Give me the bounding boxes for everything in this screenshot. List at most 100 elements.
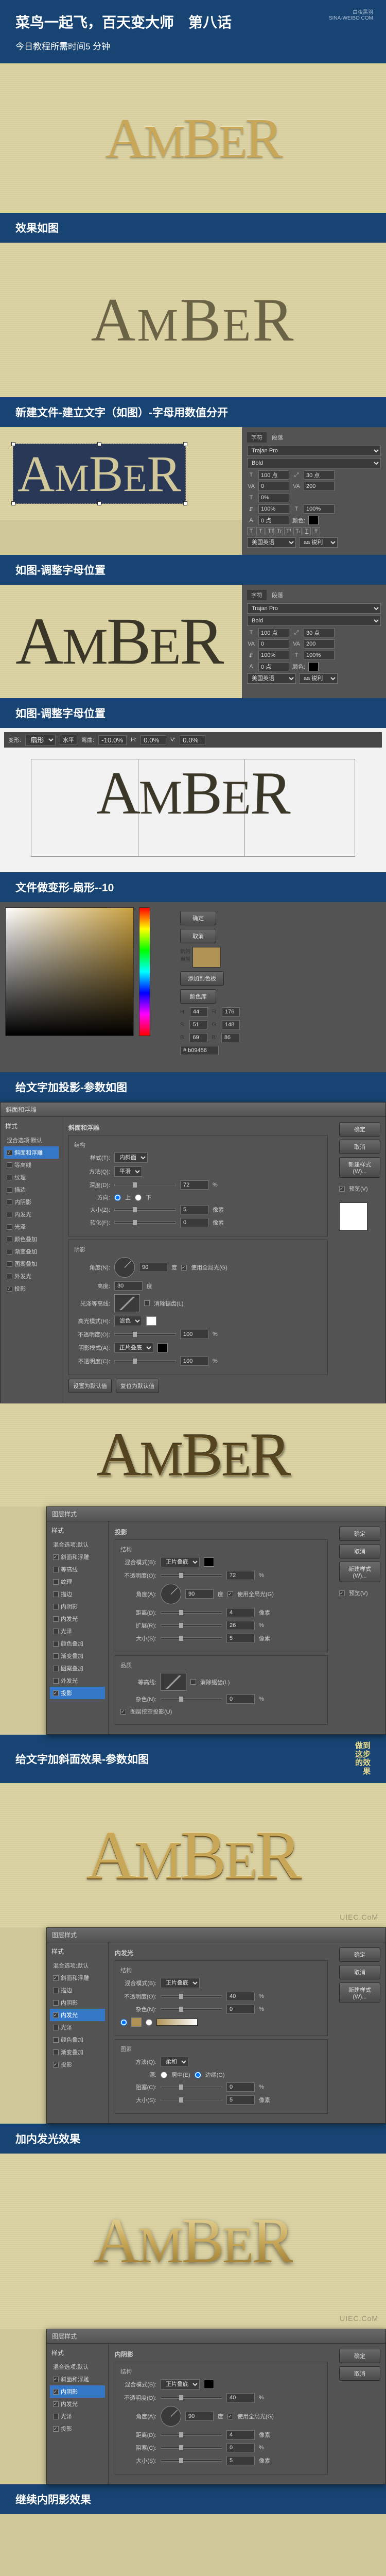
tracking[interactable]: [304, 482, 335, 491]
header-tag: 白夜黑羽 SINA-WEIBO COM: [329, 8, 373, 21]
side-color-overlay[interactable]: 颜色叠加: [4, 1233, 59, 1245]
baseline-icon: T: [292, 506, 301, 512]
picker-lib[interactable]: 颜色库: [180, 989, 216, 1004]
style-under[interactable]: T: [303, 527, 311, 535]
layer-style-glow: 图层样式 样式 混合选项:默认 斜面和浮雕 描边 内阴影 内发光 光泽 颜色叠加…: [46, 1927, 386, 2124]
bend-label: 弯曲:: [81, 736, 94, 744]
style-sub[interactable]: T₁: [293, 527, 302, 535]
watermark: UIEC.CoM: [340, 1913, 378, 1921]
bevel-preview: AMBER: [0, 1403, 386, 1506]
size-icon: T: [247, 472, 255, 478]
new-style-button[interactable]: 新建样式(W)...: [339, 1157, 380, 1178]
hscale-icon: ⇵: [247, 506, 255, 513]
side-inner-shadow[interactable]: 内阴影: [4, 1196, 59, 1208]
angle-dial[interactable]: [114, 1257, 135, 1278]
picker-add[interactable]: 添加到色板: [180, 971, 224, 986]
tab-character-2[interactable]: 字符: [247, 590, 267, 600]
reset-default[interactable]: 复位为默认值: [116, 1379, 159, 1393]
swatch-new: [192, 947, 221, 968]
warp-orient[interactable]: 水平: [60, 735, 77, 745]
layer-style-inner: 图层样式 样式 混合选项:默认 斜面和浮雕 内阴影 内发光 光泽 投影 内阴影 …: [46, 2329, 386, 2484]
preview-box: [339, 1202, 367, 1231]
watermark-2: UIEC.CoM: [340, 2314, 378, 2323]
style-caps[interactable]: TT: [266, 527, 274, 535]
color-picker-panel: 确定 取消 新的当前 添加到色板 颜色库 H:R: S:G: B:B:: [0, 902, 386, 1072]
side-blend[interactable]: 混合选项:默认: [4, 1134, 59, 1146]
gloss-contour[interactable]: [114, 1294, 140, 1312]
side-bevel[interactable]: 斜面和浮雕: [4, 1146, 59, 1159]
selected-text[interactable]: AMBER: [13, 444, 186, 504]
side-drop-shadow[interactable]: 投影: [4, 1282, 59, 1295]
amber-warped: AMBER: [1, 757, 385, 828]
layer-style-shadow: 图层样式 样式 混合选项:默认 斜面和浮雕 等高线 纹理 描边 内阴影 内发光 …: [46, 1506, 386, 1735]
header-title: 菜鸟一起飞，百天变大师 第八话: [15, 11, 371, 32]
bevel-settings: 斜面和浮雕 结构 样式(T):内斜面 方法(Q):平滑 深度(D):% 方向:上…: [62, 1117, 334, 1403]
baseline[interactable]: [258, 516, 289, 525]
character-panel-2: 字符 段落 Trajan Pro Bold T⤢ VAVA ⇵T A颜色: 美国…: [242, 585, 386, 698]
style-small[interactable]: Tr: [275, 527, 283, 535]
warp-shape[interactable]: 扇形: [25, 735, 56, 745]
color-swatch[interactable]: [308, 516, 319, 525]
color-field[interactable]: [5, 907, 134, 1036]
side-pattern[interactable]: 图案叠加: [4, 1258, 59, 1270]
canvas-selected: AMBER: [0, 427, 242, 520]
color-label: 颜色:: [292, 516, 305, 524]
header-sub: 今日教程所需时间5 分钟: [15, 39, 371, 52]
tab-paragraph[interactable]: 段落: [268, 432, 287, 443]
aa-select[interactable]: aa 锐利: [299, 537, 338, 548]
vscale[interactable]: [258, 493, 289, 502]
caption-7: 给文字加斜面效果-参数如图 做到 这步 的效 果: [0, 1735, 386, 1783]
picker-ok[interactable]: 确定: [180, 911, 216, 925]
track-icon: VA: [292, 483, 301, 489]
set-default[interactable]: 设置为默认值: [68, 1379, 112, 1393]
kern-icon: VA: [247, 483, 255, 489]
style-list: 样式 混合选项:默认 斜面和浮雕 等高线 纹理 描边 内阴影 内发光 光泽 颜色…: [1, 1117, 62, 1403]
kerning[interactable]: [258, 482, 289, 491]
font-size[interactable]: [258, 470, 289, 480]
caption-2: 新建文件-建立文字（如图）-字母用数值分开: [0, 397, 386, 427]
dialog-title: 斜面和浮雕: [1, 1103, 385, 1117]
cancel-button[interactable]: 取消: [339, 1140, 380, 1154]
style-super[interactable]: T¹: [284, 527, 292, 535]
hex-input[interactable]: [180, 1046, 219, 1055]
layer-style-bevel: 斜面和浮雕 样式 混合选项:默认 斜面和浮雕 等高线 纹理 描边 内阴影 内发光…: [0, 1102, 386, 1403]
caption-1: 效果如图: [0, 213, 386, 243]
amber-bevel-text: AMBER: [97, 1419, 289, 1490]
step-preview-3: AMBER UIEC.CoM: [0, 1783, 386, 1927]
style-italic[interactable]: T: [256, 527, 265, 535]
hue-slider[interactable]: [139, 907, 150, 1036]
bend-input[interactable]: [98, 735, 127, 745]
lang-select[interactable]: 美国英语: [247, 537, 296, 548]
leading[interactable]: [304, 470, 335, 480]
amber-gold-text: AMBER: [105, 106, 280, 171]
wscale[interactable]: [304, 504, 335, 514]
header: 菜鸟一起飞，百天变大师 第八话 今日教程所需时间5 分钟 白夜黑羽 SINA-W…: [0, 0, 386, 63]
side-inner-glow[interactable]: 内发光: [4, 1208, 59, 1221]
tab-character[interactable]: 字符: [247, 432, 267, 443]
caption-8: 加内发光效果: [0, 2124, 386, 2154]
ok-button[interactable]: 确定: [339, 1122, 380, 1137]
hscale[interactable]: [258, 504, 289, 514]
side-stroke[interactable]: 描边: [4, 1183, 59, 1196]
amber-plain-text: AMBER: [91, 284, 295, 355]
style-bold[interactable]: T: [247, 527, 255, 535]
caption-9: 继续内阴影效果: [0, 2484, 386, 2514]
side-grad-overlay[interactable]: 渐变叠加: [4, 1245, 59, 1258]
picker-cancel[interactable]: 取消: [180, 929, 216, 943]
side-outer-glow[interactable]: 外发光: [4, 1270, 59, 1282]
warp-step: 变形: 扇形 水平 弯曲: H: V: AMBER: [0, 728, 386, 872]
options-bar: 变形: 扇形 水平 弯曲: H: V:: [4, 732, 382, 748]
caption-4: 如图-调整字母位置: [0, 698, 386, 728]
caption-3: 如图-调整字母位置: [0, 555, 386, 585]
step-new-text: AMBER 字符 段落 Trajan Pro Bold T ⤢ VA VA T …: [0, 427, 386, 555]
caption-6: 给文字加投影-参数如图: [0, 1072, 386, 1102]
weight-select[interactable]: Bold: [247, 458, 381, 468]
font-select[interactable]: Trajan Pro: [247, 446, 381, 456]
leading-icon: ⤢: [292, 472, 301, 479]
side-texture[interactable]: 纹理: [4, 1171, 59, 1183]
side-contour[interactable]: 等高线: [4, 1159, 59, 1171]
tab-paragraph-2[interactable]: 段落: [268, 590, 287, 600]
amber-adjusted-text: AMBER: [15, 603, 222, 680]
style-strike[interactable]: T: [312, 527, 320, 535]
side-satin[interactable]: 光泽: [4, 1221, 59, 1233]
